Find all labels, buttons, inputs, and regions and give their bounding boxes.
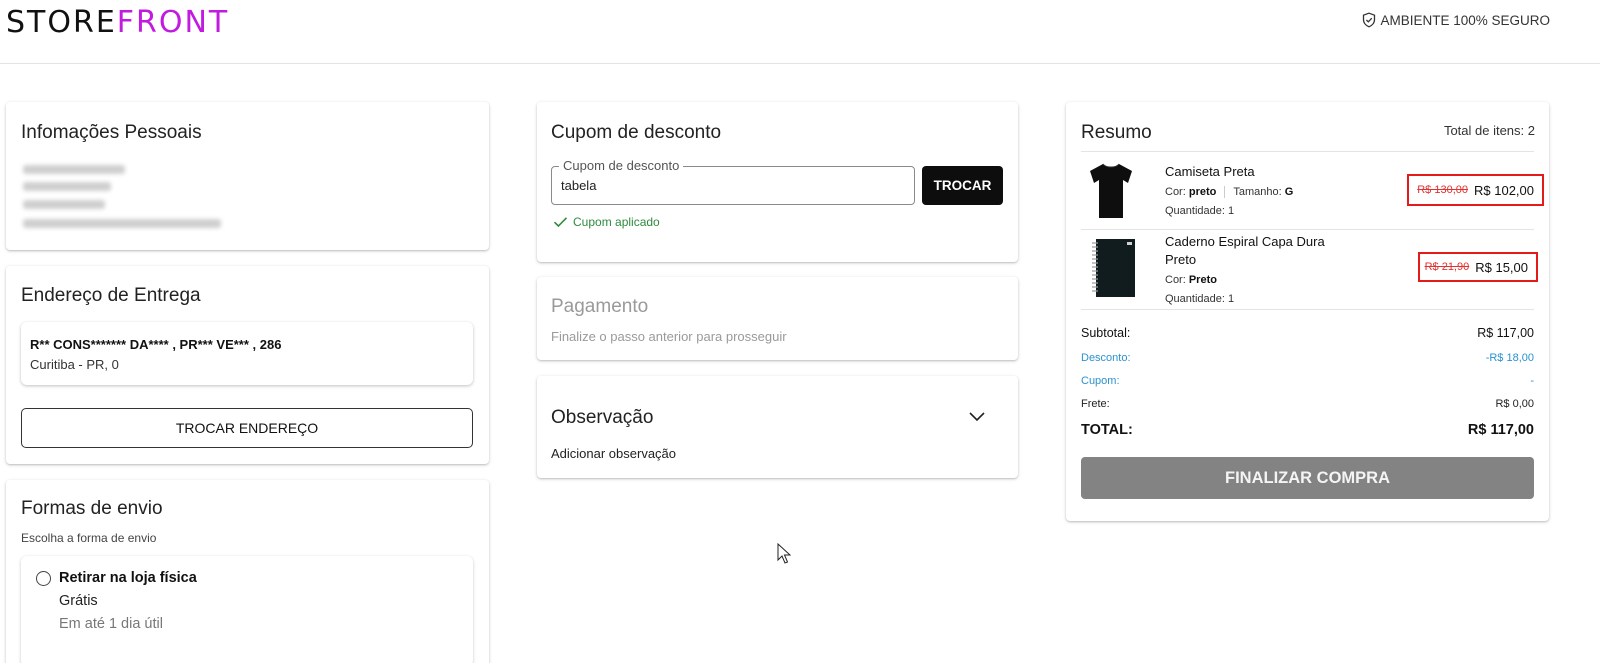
product-price-highlight: R$ 130,00 R$ 102,00 bbox=[1407, 174, 1544, 206]
total-label: TOTAL: bbox=[1081, 422, 1133, 438]
coupon-applied-label: Cupom aplicado bbox=[573, 215, 660, 229]
shipping-cost-value: R$ 0,00 bbox=[1495, 398, 1534, 410]
subtotal-row: Subtotal: R$ 117,00 bbox=[1081, 326, 1534, 340]
product-name: Camiseta Preta bbox=[1165, 164, 1255, 179]
product-old-price: R$ 130,00 bbox=[1417, 184, 1468, 196]
coupon-field-label: Cupom de desconto bbox=[559, 158, 684, 173]
shipping-option-price: Grátis bbox=[59, 593, 98, 609]
payment-card: Pagamento Finalize o passo anterior para… bbox=[537, 277, 1018, 360]
top-header: STOREFRONT AMBIENTE 100% SEGURO bbox=[0, 0, 1600, 64]
divider bbox=[1081, 309, 1534, 310]
coupon-input[interactable] bbox=[561, 178, 891, 193]
coupon-label: Cupom: bbox=[1081, 375, 1120, 387]
delivery-address-card: Endereço de Entrega R** CONS******* DA**… bbox=[6, 266, 489, 464]
address-street: R** CONS******* DA**** , PR*** VE*** , 2… bbox=[30, 337, 282, 352]
summary-total-items: Total de itens: 2 bbox=[1443, 123, 1535, 138]
product-old-price: R$ 21,90 bbox=[1424, 261, 1470, 273]
divider bbox=[1081, 229, 1534, 230]
coupon-card: Cupom de desconto Cupom de desconto TROC… bbox=[537, 102, 1018, 262]
total-value: R$ 117,00 bbox=[1467, 422, 1534, 438]
selected-address[interactable]: R** CONS******* DA**** , PR*** VE*** , 2… bbox=[21, 322, 473, 385]
shipping-cost-label: Frete: bbox=[1081, 398, 1110, 410]
storefront-logo[interactable]: STOREFRONT bbox=[6, 5, 229, 40]
delivery-address-title: Endereço de Entrega bbox=[21, 285, 201, 306]
change-coupon-button[interactable]: TROCAR bbox=[922, 166, 1003, 205]
mouse-cursor-icon bbox=[777, 543, 791, 564]
product-price-highlight: R$ 21,90 R$ 15,00 bbox=[1418, 252, 1538, 282]
shipping-radio[interactable] bbox=[36, 571, 51, 586]
subtotal-value: R$ 117,00 bbox=[1477, 326, 1534, 340]
coupon-field[interactable]: Cupom de desconto bbox=[551, 158, 915, 205]
product-attributes: Cor: Preto bbox=[1165, 274, 1217, 286]
payment-subtitle: Finalize o passo anterior para prossegui… bbox=[551, 329, 787, 344]
coupon-applied-status: Cupom aplicado bbox=[553, 215, 660, 229]
personal-info-title: Infomações Pessoais bbox=[21, 122, 202, 143]
product-name: Caderno Espiral Capa Dura Preto bbox=[1165, 234, 1325, 267]
coupon-value: - bbox=[1530, 375, 1534, 387]
black-tshirt-image bbox=[1090, 163, 1132, 218]
shipping-option-name: Retirar na loja física bbox=[59, 570, 197, 586]
secure-environment-badge: AMBIENTE 100% SEGURO bbox=[1361, 12, 1550, 28]
divider bbox=[1081, 151, 1534, 152]
product-attributes: Cor: preto Tamanho: G bbox=[1165, 186, 1294, 199]
chevron-down-icon[interactable] bbox=[968, 409, 986, 423]
product-price: R$ 15,00 bbox=[1475, 259, 1528, 275]
coupon-title: Cupom de desconto bbox=[551, 122, 722, 143]
order-summary-card: Resumo Total de itens: 2 Camiseta Preta … bbox=[1066, 102, 1549, 521]
black-notebook-image bbox=[1092, 239, 1135, 297]
secure-label: AMBIENTE 100% SEGURO bbox=[1380, 12, 1550, 28]
shipping-cost-row: Frete: R$ 0,00 bbox=[1081, 398, 1534, 410]
shield-check-icon bbox=[1363, 12, 1376, 28]
shipping-subtitle: Escolha a forma de envio bbox=[21, 531, 157, 545]
logo-part-store: STORE bbox=[6, 5, 117, 40]
observation-title: Observação bbox=[551, 407, 654, 428]
product-quantity: Quantidade: 1 bbox=[1165, 293, 1235, 305]
checkmark-icon bbox=[553, 217, 568, 228]
coupon-row: Cupom: - bbox=[1081, 375, 1534, 387]
product-quantity: Quantidade: 1 bbox=[1165, 205, 1235, 217]
shipping-title: Formas de envio bbox=[21, 498, 163, 519]
observation-card[interactable]: Observação Adicionar observação bbox=[537, 376, 1018, 478]
product-price: R$ 102,00 bbox=[1474, 182, 1534, 198]
payment-title: Pagamento bbox=[551, 296, 649, 317]
total-row: TOTAL: R$ 117,00 bbox=[1081, 422, 1534, 438]
address-city: Curitiba - PR, 0 bbox=[30, 357, 119, 372]
discount-label: Desconto: bbox=[1081, 352, 1131, 364]
shipping-option-store-pickup[interactable]: Retirar na loja física Grátis Em até 1 d… bbox=[21, 556, 473, 663]
shipping-methods-card: Formas de envio Escolha a forma de envio… bbox=[6, 480, 489, 663]
subtotal-label: Subtotal: bbox=[1081, 326, 1131, 340]
observation-subtitle: Adicionar observação bbox=[551, 446, 677, 461]
change-address-button[interactable]: TROCAR ENDEREÇO bbox=[21, 408, 473, 448]
shipping-option-time: Em até 1 dia útil bbox=[59, 616, 163, 632]
discount-value: -R$ 18,00 bbox=[1485, 352, 1534, 364]
discount-row: Desconto: -R$ 18,00 bbox=[1081, 352, 1534, 364]
checkout-button[interactable]: FINALIZAR COMPRA bbox=[1081, 457, 1534, 499]
logo-part-front: FRONT bbox=[116, 5, 230, 40]
personal-info-card: Infomações Pessoais bbox=[6, 102, 489, 250]
summary-title: Resumo bbox=[1081, 122, 1152, 143]
